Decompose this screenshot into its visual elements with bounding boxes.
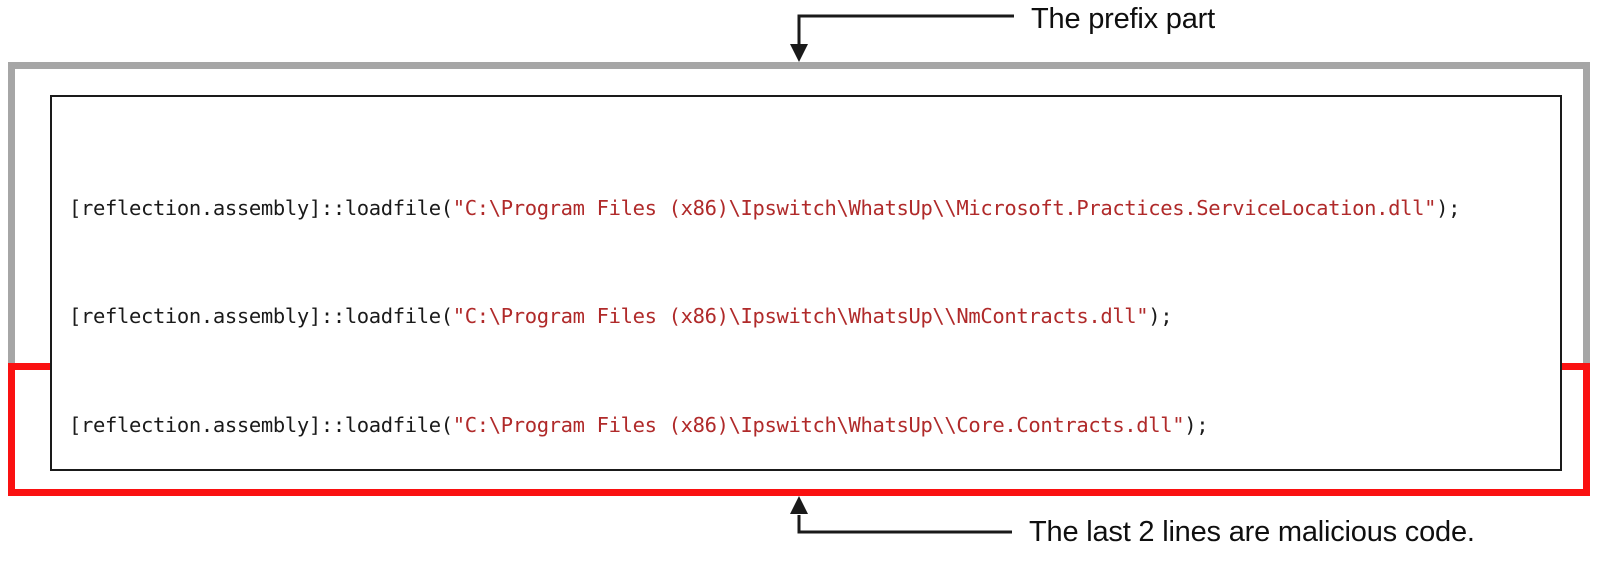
prefix-arrow [790,14,1014,62]
malicious-arrow [790,496,1012,534]
code-panel: [reflection.assembly]::loadfile("C:\Prog… [50,95,1562,471]
code-line: [reflection.assembly]::loadfile("C:\Prog… [69,304,1173,329]
prefix-callout-label: The prefix part [1031,3,1215,35]
code-line: [reflection.assembly]::loadfile("C:\Prog… [69,195,1461,220]
code-block: [reflection.assembly]::loadfile("C:\Prog… [69,113,1549,469]
malicious-callout-label: The last 2 lines are malicious code. [1029,516,1475,548]
code-line: [reflection.assembly]::loadfile("C:\Prog… [69,413,1209,438]
